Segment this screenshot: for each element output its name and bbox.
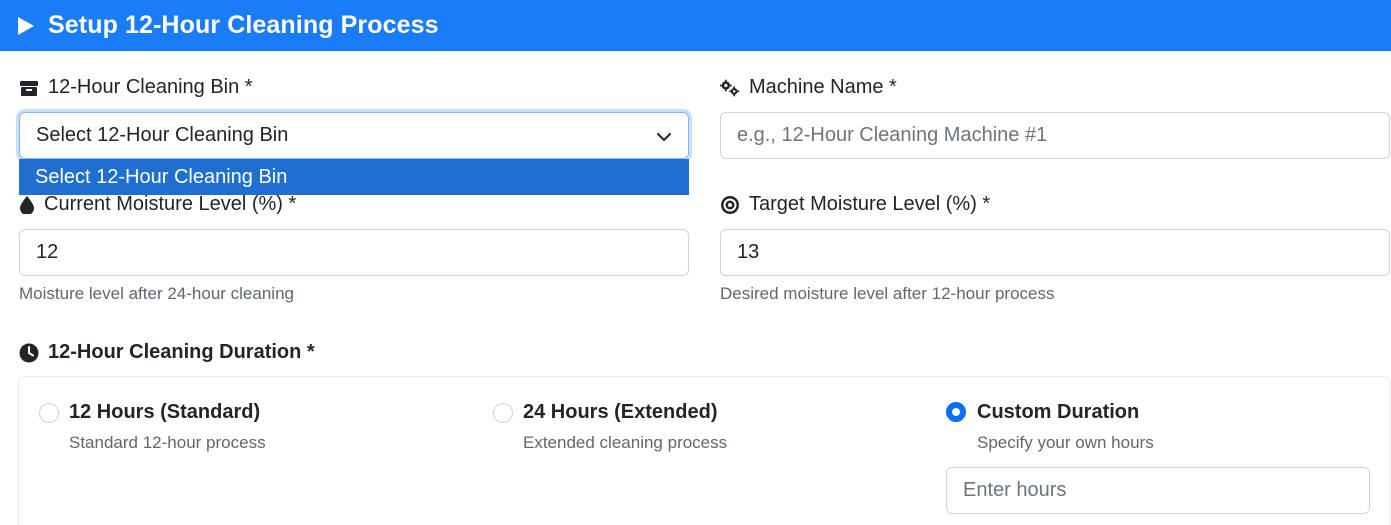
custom-hours-input[interactable]: Enter hours: [946, 467, 1370, 514]
gears-icon: [720, 78, 740, 98]
page-header[interactable]: Setup 12-Hour Cleaning Process: [0, 0, 1391, 51]
bin-dropdown-option[interactable]: Select 12-Hour Cleaning Bin: [19, 159, 689, 195]
duration-12h-radio[interactable]: [39, 403, 59, 423]
target-icon: [720, 195, 740, 215]
bin-select[interactable]: Select 12-Hour Cleaning Bin: [19, 112, 689, 159]
bin-label: 12-Hour Cleaning Bin *: [19, 76, 253, 99]
duration-12h-title[interactable]: 12 Hours (Standard): [69, 401, 260, 424]
chevron-down-icon: [656, 128, 672, 151]
current-moisture-label: Current Moisture Level (%) *: [19, 193, 296, 216]
duration-24h-desc: Extended cleaning process: [523, 433, 728, 452]
duration-24h-title[interactable]: 24 Hours (Extended): [523, 401, 717, 424]
box-icon: [19, 78, 39, 98]
duration-custom-desc: Specify your own hours: [977, 433, 1154, 452]
duration-24h-radio[interactable]: [493, 403, 513, 423]
duration-custom-radio[interactable]: [946, 402, 966, 422]
machine-name-label: Machine Name *: [720, 76, 897, 99]
current-moisture-input[interactable]: 12: [19, 229, 689, 276]
duration-12h-desc: Standard 12-hour process: [69, 433, 266, 452]
page-title: Setup 12-Hour Cleaning Process: [48, 11, 439, 39]
target-moisture-input[interactable]: 13: [720, 229, 1390, 276]
target-moisture-help: Desired moisture level after 12-hour pro…: [720, 284, 1055, 303]
machine-name-input[interactable]: e.g., 12-Hour Cleaning Machine #1: [720, 112, 1390, 159]
target-moisture-label: Target Moisture Level (%) *: [720, 193, 990, 216]
duration-label: 12-Hour Cleaning Duration *: [19, 341, 315, 364]
duration-custom-title[interactable]: Custom Duration: [977, 401, 1139, 424]
clock-icon: [19, 343, 39, 363]
play-icon: [18, 16, 34, 35]
current-moisture-help: Moisture level after 24-hour cleaning: [19, 284, 294, 303]
droplet-icon: [19, 195, 35, 215]
